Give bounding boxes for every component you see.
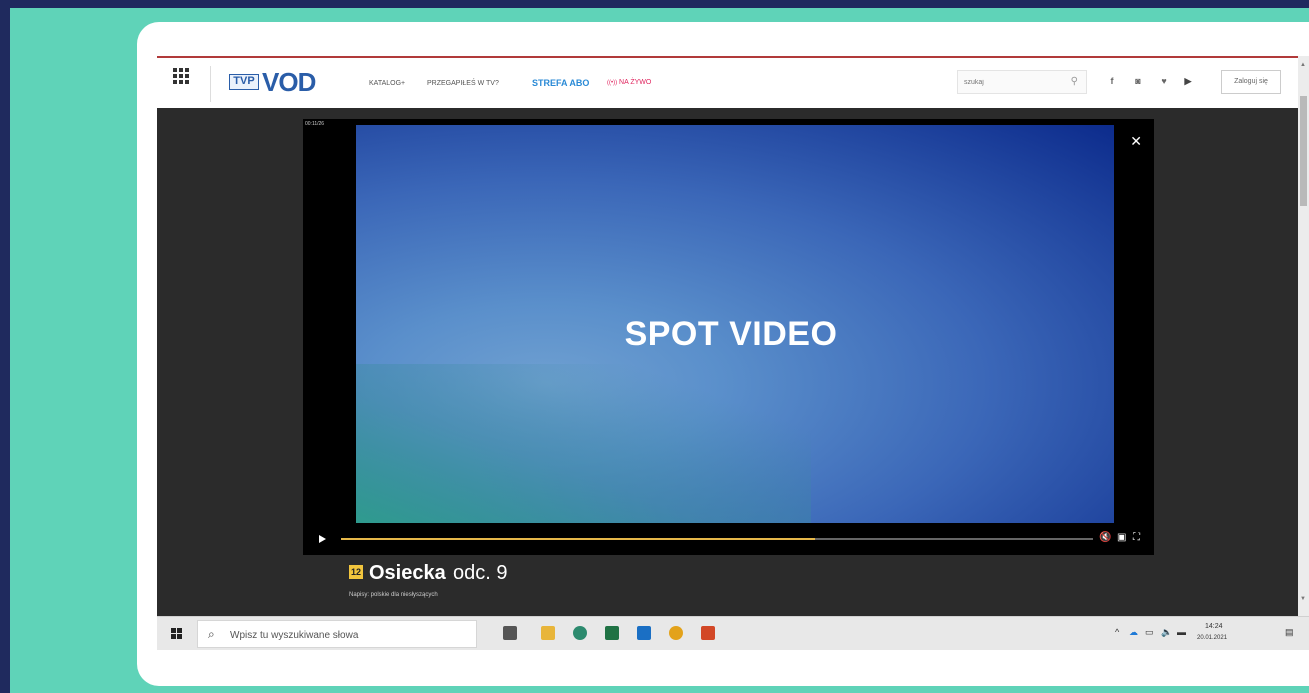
- twitter-icon[interactable]: ♥: [1157, 74, 1171, 88]
- video-player[interactable]: 00:11/26 SPOT VIDEO ✕ 🔇 ▣ ⛶: [303, 119, 1154, 555]
- nav-divider: [210, 66, 211, 102]
- facebook-icon[interactable]: f: [1105, 74, 1119, 88]
- onedrive-icon[interactable]: ☁: [1129, 627, 1138, 638]
- live-icon: ((•)): [607, 80, 618, 86]
- close-icon[interactable]: ✕: [1130, 133, 1142, 150]
- nav-na-zywo[interactable]: ((•)) NA ŻYWO: [607, 79, 651, 86]
- edge-icon[interactable]: [573, 626, 587, 640]
- ad-timer: 00:11/26: [305, 121, 325, 127]
- nav-live-label: NA ŻYWO: [619, 79, 652, 86]
- file-explorer-icon[interactable]: [541, 626, 555, 640]
- progress-fill: [341, 538, 815, 540]
- nav-przegapiles[interactable]: PRZEGAPIŁEŚ W TV?: [427, 80, 499, 87]
- show-title: Osiecka: [369, 562, 446, 584]
- volume-icon[interactable]: 🔈: [1161, 627, 1172, 638]
- search-icon[interactable]: ⚲: [1071, 76, 1078, 87]
- apps-grid-icon[interactable]: [173, 68, 189, 84]
- taskbar-search-placeholder: Wpisz tu wyszukiwane słowa: [230, 630, 359, 641]
- pip-icon[interactable]: ▣: [1117, 532, 1126, 543]
- fullscreen-icon[interactable]: ⛶: [1133, 532, 1140, 543]
- show-episode: odc. 9: [453, 562, 508, 584]
- taskbar-search[interactable]: ⌕ Wpisz tu wyszukiwane słowa: [197, 620, 477, 648]
- progress-bar[interactable]: [341, 538, 1093, 540]
- clock-date[interactable]: 20.01.2021: [1197, 635, 1227, 641]
- video-gradient: [356, 363, 811, 523]
- subtitles-info: Napisy: polskie dla niesłyszących: [349, 592, 438, 598]
- clock-time[interactable]: 14:24: [1205, 623, 1223, 630]
- windows-start-icon[interactable]: [171, 628, 183, 640]
- instagram-icon[interactable]: ◙: [1131, 74, 1145, 88]
- scrollbar-thumb[interactable]: [1300, 96, 1307, 206]
- taskbar-search-icon: ⌕: [208, 627, 215, 641]
- nav-strefa-abo[interactable]: STREFA ABO: [532, 78, 589, 88]
- video-title: SPOT VIDEO: [624, 315, 838, 353]
- tray-chevron-icon[interactable]: ^: [1115, 627, 1119, 637]
- player-controls: 🔇 ▣ ⛶: [303, 523, 1154, 555]
- search-box: ⚲: [957, 70, 1087, 94]
- tvp-logo[interactable]: TVP: [229, 74, 259, 90]
- keyboard-icon[interactable]: ▬: [1177, 627, 1186, 637]
- outlook-icon[interactable]: [637, 626, 651, 640]
- network-icon[interactable]: ▭: [1145, 627, 1154, 638]
- search-input[interactable]: [958, 71, 1048, 94]
- vod-logo[interactable]: VOD: [262, 67, 316, 98]
- nav-katalog[interactable]: KATALOG+: [369, 80, 405, 87]
- youtube-icon[interactable]: ▶: [1181, 74, 1195, 88]
- excel-icon[interactable]: [605, 626, 619, 640]
- mute-icon[interactable]: 🔇: [1099, 532, 1111, 543]
- page-scrollbar[interactable]: ▲ ▼: [1298, 56, 1309, 650]
- scroll-up-icon[interactable]: ▲: [1300, 62, 1306, 68]
- play-icon[interactable]: [319, 535, 326, 543]
- age-rating-badge: 12: [349, 565, 363, 579]
- windows-taskbar: ⌕ Wpisz tu wyszukiwane słowa ^ ☁ ▭ 🔈 ▬ 1…: [157, 616, 1309, 650]
- browser-screen: TVP VOD KATALOG+ PRZEGAPIŁEŚ W TV? STREF…: [157, 56, 1309, 650]
- chrome-icon[interactable]: [669, 626, 683, 640]
- powerpoint-icon[interactable]: [701, 626, 715, 640]
- top-nav: TVP VOD KATALOG+ PRZEGAPIŁEŚ W TV? STREF…: [157, 56, 1309, 108]
- notifications-icon[interactable]: ▤: [1285, 627, 1294, 638]
- task-view-icon[interactable]: [503, 626, 517, 640]
- video-frame[interactable]: SPOT VIDEO: [356, 125, 1114, 523]
- scroll-down-icon[interactable]: ▼: [1300, 596, 1306, 602]
- login-button[interactable]: Zaloguj się: [1221, 70, 1281, 94]
